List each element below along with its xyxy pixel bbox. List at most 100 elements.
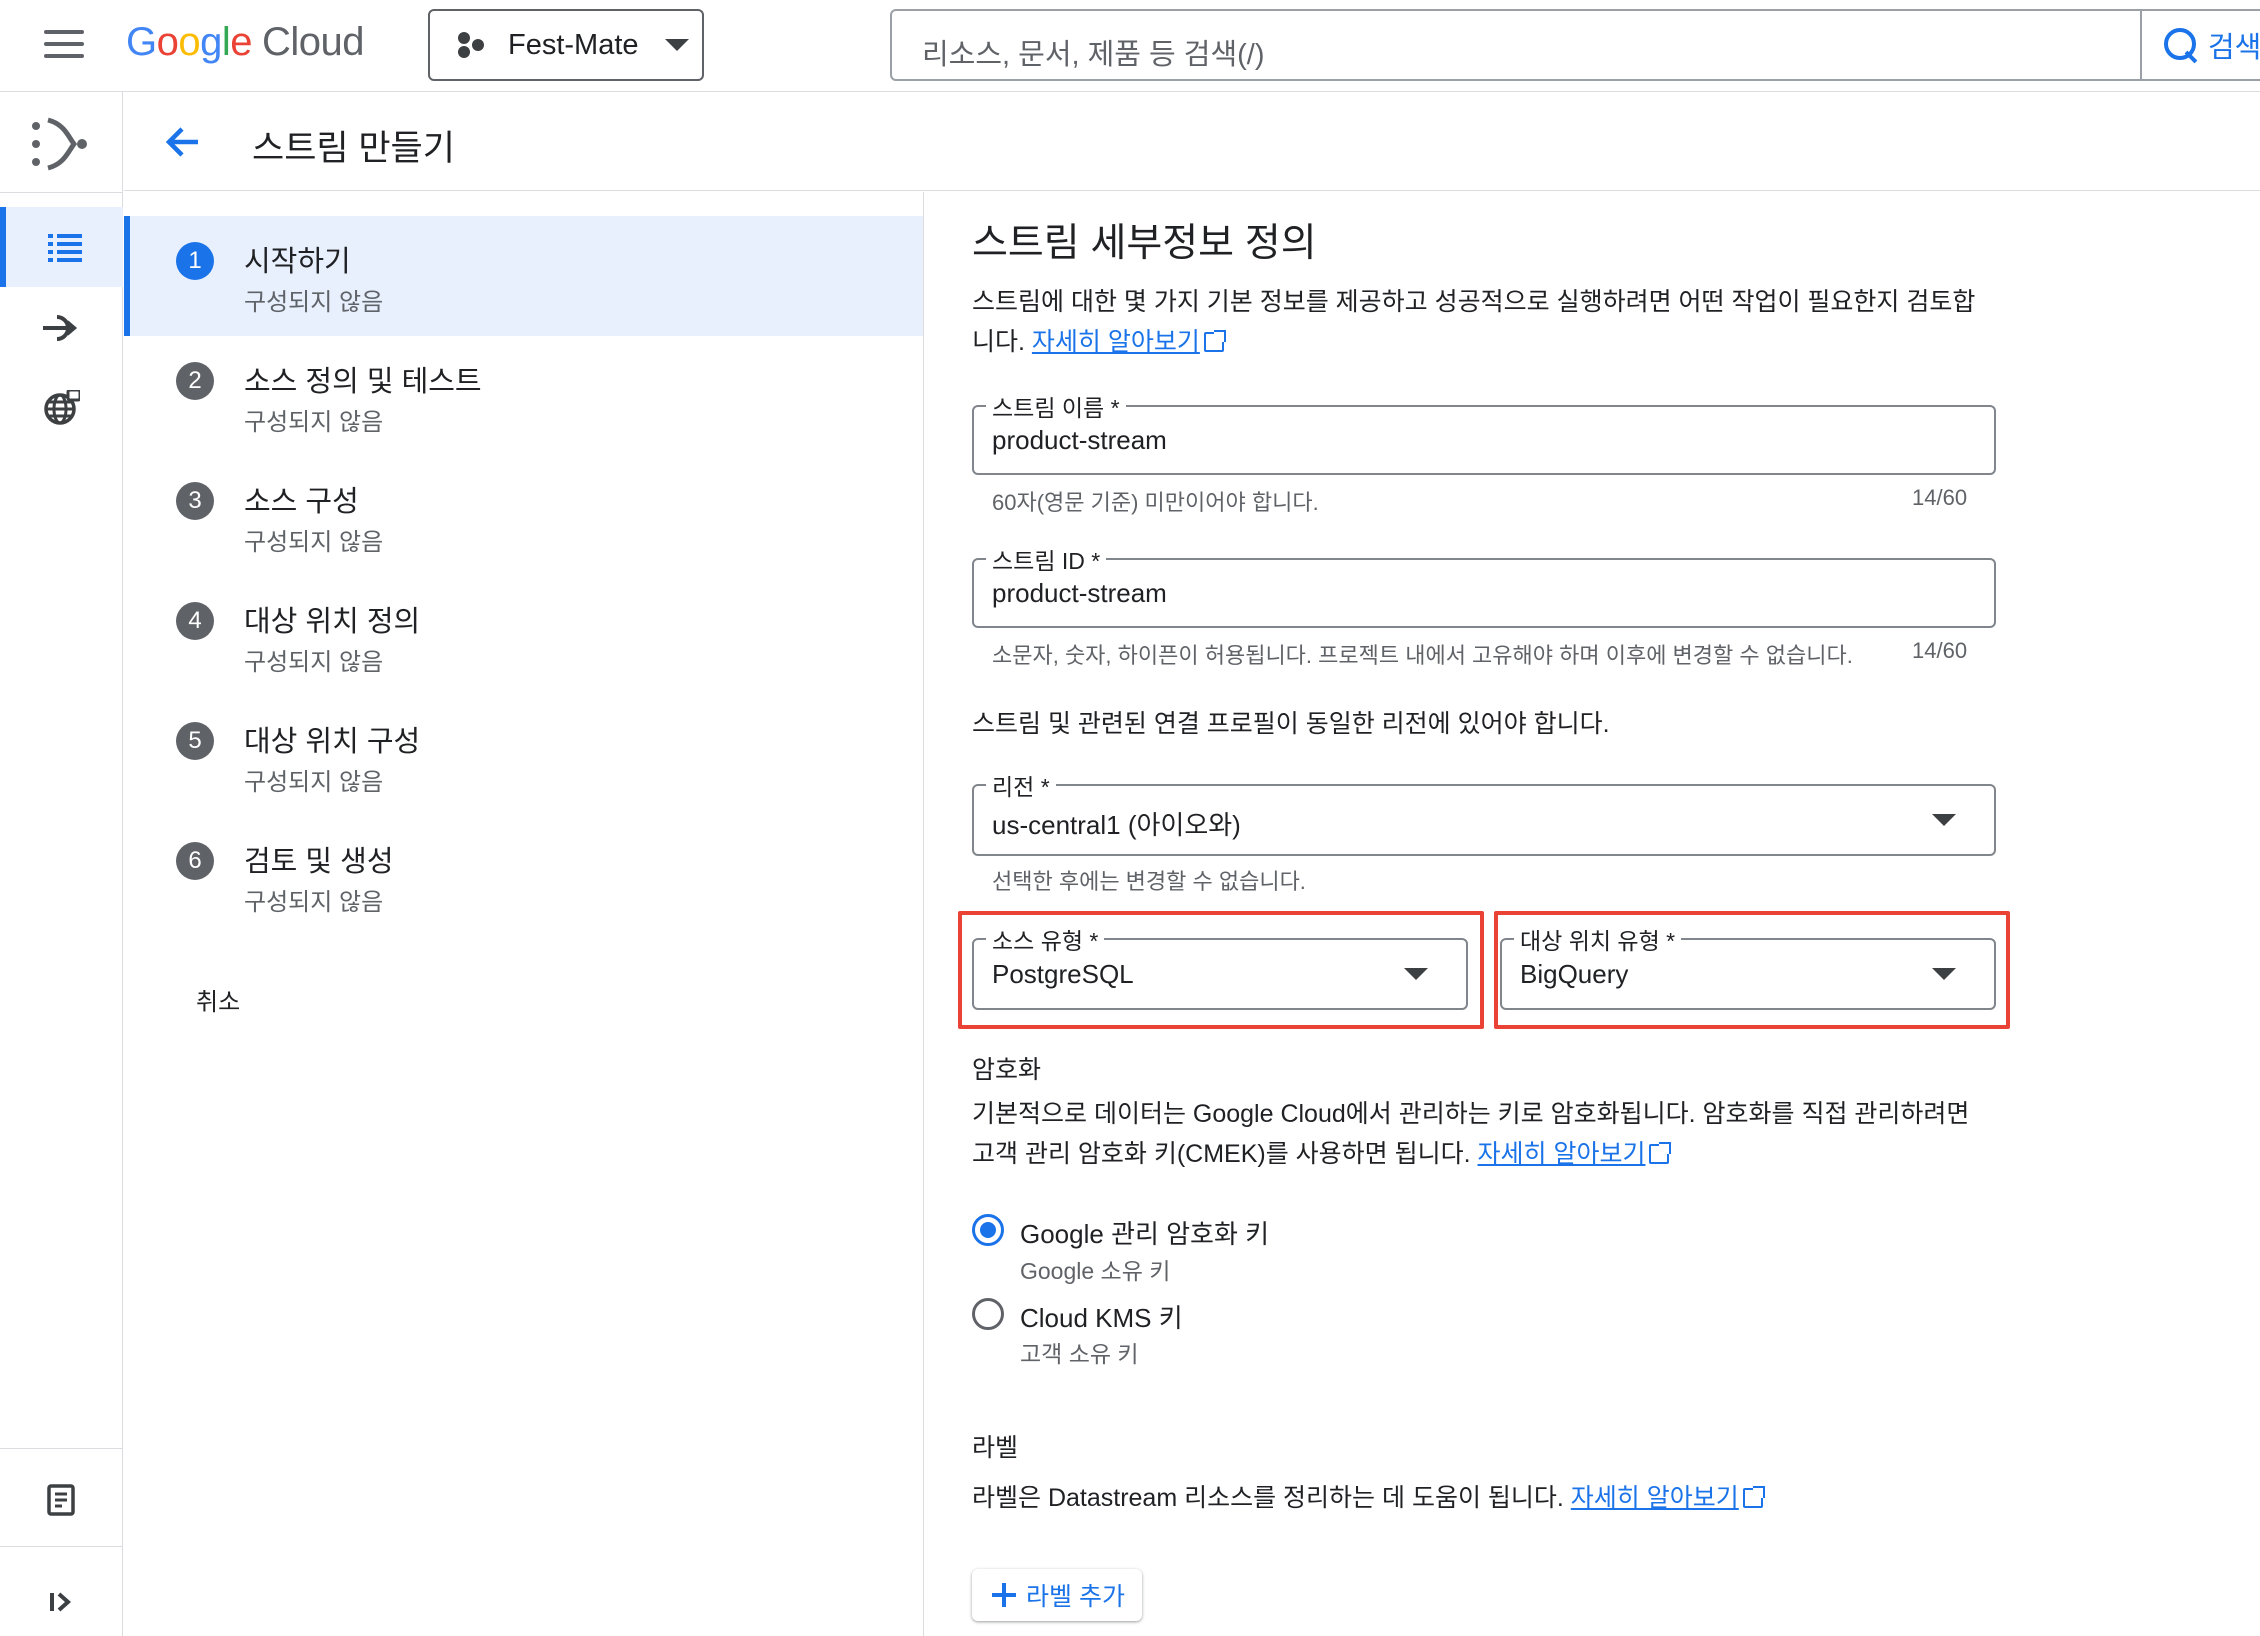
step-status: 구성되지 않음 xyxy=(244,889,384,916)
add-label-button-text: 라벨 추가 xyxy=(1026,1583,1125,1611)
step-title: 시작하기 xyxy=(244,246,351,278)
rail-item-private-connectivity[interactable] xyxy=(0,368,123,448)
dropdown-arrow-icon xyxy=(1932,814,1956,826)
dropdown-arrow-icon xyxy=(1932,968,1956,980)
external-link-icon xyxy=(1203,330,1226,352)
source-type-select[interactable]: 소스 유형 * PostgreSQL xyxy=(972,922,1468,1010)
connection-icon xyxy=(42,315,77,341)
radio-google-managed-key[interactable] xyxy=(972,1214,1004,1246)
page-title: 스트림 만들기 xyxy=(252,129,455,168)
logo-letter: o xyxy=(178,20,201,64)
logo-letter: l xyxy=(221,20,231,64)
dropdown-arrow-icon xyxy=(1404,968,1428,980)
google-cloud-logo[interactable]: Google Cloud xyxy=(126,20,365,65)
stepper: 1 시작하기 구성되지 않음 2 소스 정의 및 테스트 구성되지 않음 3 소… xyxy=(124,192,924,1636)
rail-divider xyxy=(0,1448,123,1449)
step-define-destination[interactable]: 4 대상 위치 정의 구성되지 않음 xyxy=(124,576,923,696)
logo-letter: G xyxy=(126,20,157,64)
stream-id-counter: 14/60 xyxy=(1912,638,1968,663)
rail-expand-button[interactable] xyxy=(0,1562,123,1636)
step-status: 구성되지 않음 xyxy=(244,769,384,796)
region-note: 스트림 및 관련된 연결 프로필이 동일한 리전에 있어야 합니다. xyxy=(972,710,1610,738)
logo-letter: e xyxy=(230,20,253,64)
expand-icon xyxy=(49,1592,71,1612)
step-title: 대상 위치 정의 xyxy=(244,606,421,638)
main-menu-icon[interactable] xyxy=(44,30,84,62)
region-select[interactable]: 리전 * us-central1 (아이오와) xyxy=(972,768,1996,856)
step-title: 소스 정의 및 테스트 xyxy=(244,366,482,398)
step-number: 2 xyxy=(176,362,214,400)
search-placeholder: 리소스, 문서, 제품 등 검색(/) xyxy=(922,39,1265,71)
logo-letter: o xyxy=(156,20,179,64)
back-arrow-icon[interactable] xyxy=(164,122,204,162)
encryption-title: 암호화 xyxy=(972,1056,1042,1084)
globe-icon xyxy=(43,390,80,425)
datastream-product-icon[interactable] xyxy=(30,114,90,174)
add-label-button[interactable]: 라벨 추가 xyxy=(972,1569,1142,1621)
form-title: 스트림 세부정보 정의 xyxy=(972,222,1317,265)
form-description: 스트림에 대한 몇 가지 기본 정보를 제공하고 성공적으로 실행하려면 어떤 … xyxy=(972,282,1982,362)
region-value: us-central1 (아이오와) xyxy=(992,810,1241,840)
stream-id-value: product-stream xyxy=(992,578,1167,608)
search-button[interactable]: 검색 xyxy=(2140,11,2260,79)
region-hint: 선택한 후에는 변경할 수 없습니다. xyxy=(992,869,1306,894)
radio-label: Cloud KMS 키 xyxy=(1020,1303,1183,1333)
source-type-label: 소스 유형 * xyxy=(986,922,1105,956)
destination-type-value: BigQuery xyxy=(1520,959,1629,989)
logo-letter: g xyxy=(200,20,222,64)
learn-more-link[interactable]: 자세히 알아보기 xyxy=(1032,328,1200,356)
step-status: 구성되지 않음 xyxy=(244,529,384,556)
stream-id-label: 스트림 ID * xyxy=(986,542,1107,576)
rail-divider xyxy=(0,192,123,193)
destination-type-label: 대상 위치 유형 * xyxy=(1514,922,1682,956)
cancel-button[interactable]: 취소 xyxy=(196,982,240,1017)
step-number: 4 xyxy=(176,602,214,640)
radio-sub-label: 고객 소유 키 xyxy=(1020,1341,1139,1367)
encryption-learn-more-link[interactable]: 자세히 알아보기 xyxy=(1478,1140,1646,1168)
step-status: 구성되지 않음 xyxy=(244,289,384,316)
project-name: Fest-Mate xyxy=(508,28,639,61)
stream-name-field[interactable]: 스트림 이름 * product-stream xyxy=(972,389,1996,475)
step-status: 구성되지 않음 xyxy=(244,409,384,436)
stream-name-label: 스트림 이름 * xyxy=(986,389,1126,423)
top-bar: Google Cloud Fest-Mate 리소스, 문서, 제품 등 검색(/… xyxy=(0,0,2260,92)
page-header: 스트림 만들기 xyxy=(124,92,2260,191)
project-picker-button[interactable]: Fest-Mate xyxy=(428,9,704,81)
labels-learn-more-link[interactable]: 자세히 알아보기 xyxy=(1571,1484,1739,1512)
step-title: 검토 및 생성 xyxy=(244,846,394,878)
step-status: 구성되지 않음 xyxy=(244,649,384,676)
chevron-down-icon xyxy=(664,39,689,51)
rail-item-release-notes[interactable] xyxy=(0,1460,123,1540)
list-icon xyxy=(47,234,82,262)
stream-id-hint: 소문자, 숫자, 하이픈이 허용됩니다. 프로젝트 내에서 고유해야 하며 이후… xyxy=(992,643,1853,668)
left-nav-rail xyxy=(0,92,123,1636)
search-input[interactable]: 리소스, 문서, 제품 등 검색(/) 검색 xyxy=(890,9,2260,81)
search-button-label: 검색 xyxy=(2208,32,2260,64)
radio-label: Google 관리 암호화 키 xyxy=(1020,1219,1270,1249)
plus-icon xyxy=(992,1583,1016,1607)
step-define-source[interactable]: 2 소스 정의 및 테스트 구성되지 않음 xyxy=(124,336,923,456)
rail-item-connection-profiles[interactable] xyxy=(0,288,123,368)
step-number: 3 xyxy=(176,482,214,520)
encryption-description-text: 기본적으로 데이터는 Google Cloud에서 관리하는 키로 암호화됩니다… xyxy=(972,1100,1970,1168)
rail-item-streams[interactable] xyxy=(0,207,123,287)
radio-sub-label: Google 소유 키 xyxy=(1020,1258,1171,1284)
step-number: 6 xyxy=(176,842,214,880)
step-review-create[interactable]: 6 검토 및 생성 구성되지 않음 xyxy=(124,816,923,936)
labels-description-text: 라벨은 Datastream 리소스를 정리하는 데 도움이 됩니다. xyxy=(972,1484,1564,1512)
logo-cloud-text: Cloud xyxy=(262,20,365,64)
destination-type-select[interactable]: 대상 위치 유형 * BigQuery xyxy=(1500,922,1996,1010)
rail-divider xyxy=(0,1546,123,1547)
step-start[interactable]: 1 시작하기 구성되지 않음 xyxy=(124,216,923,336)
radio-cloud-kms-key[interactable] xyxy=(972,1298,1004,1330)
stream-id-field[interactable]: 스트림 ID * product-stream xyxy=(972,542,1996,628)
step-configure-destination[interactable]: 5 대상 위치 구성 구성되지 않음 xyxy=(124,696,923,816)
project-hexagon-icon xyxy=(458,30,488,60)
step-configure-source[interactable]: 3 소스 구성 구성되지 않음 xyxy=(124,456,923,576)
stream-name-counter: 14/60 xyxy=(1912,485,1968,510)
search-icon xyxy=(2164,28,2198,62)
step-number: 5 xyxy=(176,722,214,760)
release-notes-icon xyxy=(46,1484,75,1516)
stream-name-hint: 60자(영문 기준) 미만이어야 합니다. xyxy=(992,490,1319,515)
step-title: 대상 위치 구성 xyxy=(244,726,421,758)
